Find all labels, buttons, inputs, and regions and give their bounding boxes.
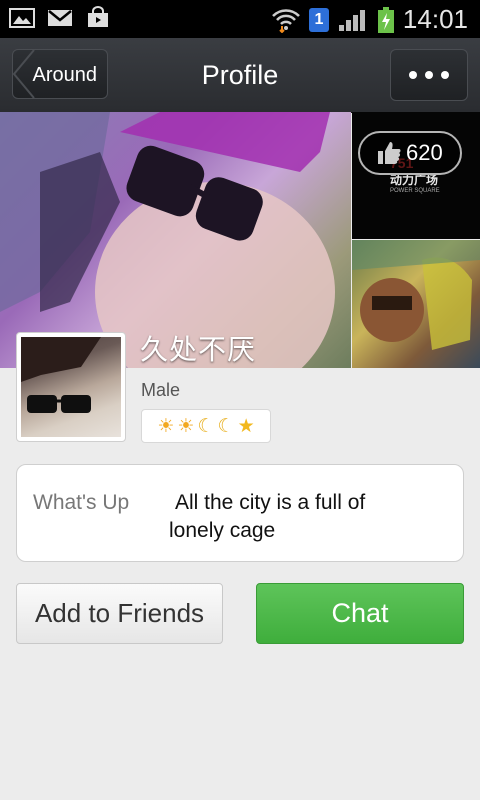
gender-label: Male — [141, 380, 181, 400]
back-arrow-icon — [12, 49, 35, 99]
whats-up-card: What's Up All the city is a full of lone… — [16, 464, 464, 562]
photo-thumbnail[interactable] — [352, 240, 480, 368]
more-button[interactable] — [390, 49, 468, 101]
gmail-icon — [48, 10, 72, 26]
likes-count: 620 — [406, 140, 443, 165]
more-dots-icon — [409, 71, 417, 79]
clock: 14:01 — [402, 4, 468, 34]
store-icon — [88, 6, 108, 27]
svg-text:POWER SQUARE: POWER SQUARE — [390, 188, 440, 194]
thumbnail-art — [352, 240, 480, 350]
avatar[interactable] — [16, 332, 126, 442]
back-button[interactable]: Around — [12, 49, 108, 99]
sim-icon: 1 — [308, 7, 329, 32]
like-badge[interactable]: 620 — [358, 131, 462, 175]
whats-up-line: All the city is a full of — [175, 491, 366, 514]
status-bar: 1 14:01 — [0, 0, 480, 38]
profile-name: 久处不厌 — [140, 334, 257, 365]
back-button-label: Around — [32, 64, 98, 86]
thumbs-up-icon — [378, 142, 401, 164]
status-left-icons — [8, 6, 112, 30]
sun-icon: ☀ — [157, 415, 175, 437]
avatar-image — [21, 337, 121, 437]
more-dots-icon — [425, 71, 433, 79]
star-icon: ★ — [237, 415, 255, 437]
chat-button[interactable]: Chat — [256, 583, 464, 644]
avatar-illustration — [21, 337, 101, 413]
more-dots-icon — [441, 71, 449, 79]
add-to-friends-button[interactable]: Add to Friends — [16, 583, 223, 644]
battery-charging-icon — [377, 6, 394, 33]
moon-icon: ☾ — [197, 415, 215, 437]
wifi-icon — [272, 8, 300, 33]
signal-icon — [338, 9, 365, 31]
whats-up-label: What's Up — [33, 491, 130, 514]
title-bar: Profile Around — [0, 38, 480, 113]
sun-icon: ☀ — [177, 415, 195, 437]
gallery-icon — [9, 8, 35, 28]
status-right-icons: 1 14:01 — [271, 4, 468, 35]
moon-icon: ☾ — [217, 415, 235, 437]
whats-up-text: All the city is a full of lonely cage — [169, 489, 439, 545]
level-badge: ☀ ☀ ☾ ☾ ★ — [141, 409, 271, 443]
whats-up-line: lonely cage — [169, 519, 276, 542]
